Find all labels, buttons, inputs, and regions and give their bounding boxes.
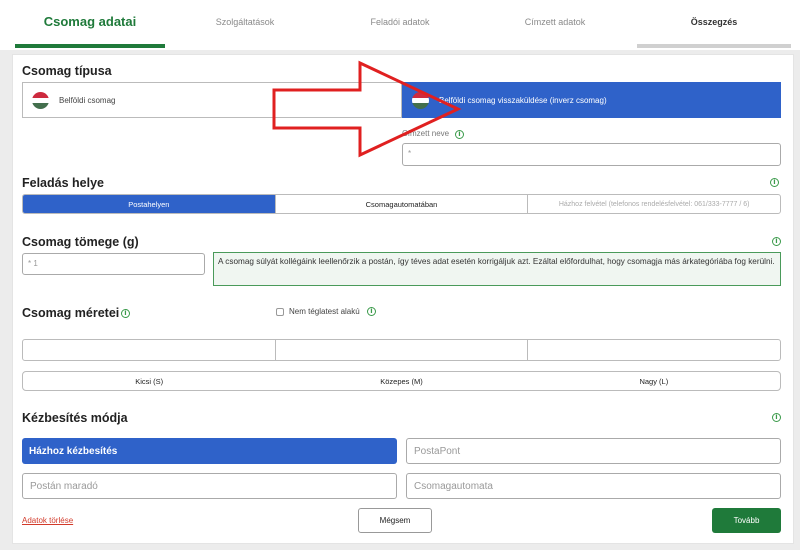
section-title-weight: Csomag tömege (g) [22, 235, 139, 249]
tab-bar [170, 44, 320, 48]
section-title-delivery: Kézbesítés módja [22, 411, 128, 425]
package-type-domestic[interactable]: Belföldi csomag [22, 82, 402, 118]
info-icon[interactable]: i [121, 309, 130, 318]
cancel-button[interactable]: Mégsem [358, 508, 432, 533]
posting-place-home-pickup[interactable]: Házhoz felvétel (telefonos rendelésfelvé… [527, 195, 780, 213]
delivery-home[interactable]: Házhoz kézbesítés [22, 438, 397, 464]
tab-package-data[interactable]: Csomag adatai [15, 0, 165, 50]
recipient-name-input[interactable]: * [402, 143, 781, 166]
posting-place-selector: Postahelyen Csomagautomatában Házhoz fel… [22, 194, 781, 214]
tab-active-bar [15, 44, 165, 48]
tab-recipient-data[interactable]: Címzett adatok [480, 0, 630, 50]
hungary-flag-icon [32, 92, 49, 109]
tab-label: Összegzés [690, 17, 738, 27]
info-icon[interactable]: i [367, 307, 376, 316]
step-tabs: Csomag adatai Szolgáltatások Feladói ada… [0, 0, 800, 50]
non-rectangular-label: Nem téglatest alakú [289, 307, 360, 316]
tab-label: Feladói adatok [370, 17, 430, 27]
size-medium[interactable]: Közepes (M) [275, 372, 527, 390]
tab-summary[interactable]: Összegzés [637, 0, 791, 50]
info-icon[interactable]: i [772, 237, 781, 246]
info-icon[interactable]: i [455, 130, 464, 139]
next-button[interactable]: Tovább [712, 508, 781, 533]
tab-label: Csomag adatai [43, 14, 137, 29]
delivery-parcel-locker[interactable]: Csomagautomata [406, 473, 781, 499]
section-title-package-type: Csomag típusa [22, 64, 112, 78]
weight-input[interactable]: * 1 [22, 253, 205, 275]
tab-bar [637, 44, 791, 48]
tab-label: Címzett adatok [524, 17, 586, 27]
option-label: Belföldi csomag [59, 95, 116, 105]
size-category-selector: Kicsi (S) Közepes (M) Nagy (L) [22, 371, 781, 391]
recipient-name-label: Címzett neve [402, 129, 450, 138]
dimension-inputs [22, 339, 781, 361]
posting-place-post-office[interactable]: Postahelyen [23, 195, 275, 213]
tab-services[interactable]: Szolgáltatások [170, 0, 320, 50]
delivery-post-office-hold[interactable]: Postán maradó [22, 473, 397, 499]
width-input[interactable] [274, 340, 528, 360]
section-title-posting-place: Feladás helye [22, 176, 104, 190]
section-title-dimensions: Csomag méretei [22, 306, 120, 320]
hungary-flag-icon [412, 92, 429, 109]
weight-info-note: A csomag súlyát kollégáink leellenőrzik … [213, 252, 781, 286]
posting-place-parcel-locker[interactable]: Csomagautomatában [274, 195, 528, 213]
tab-bar [325, 44, 475, 48]
info-icon[interactable]: i [772, 413, 781, 422]
info-icon[interactable]: i [770, 178, 779, 187]
tab-label: Szolgáltatások [215, 17, 275, 27]
size-large[interactable]: Nagy (L) [528, 372, 780, 390]
delivery-postapont[interactable]: PostaPont [406, 438, 781, 464]
clear-data-link[interactable]: Adatok törlése [22, 516, 73, 525]
form-card [12, 54, 794, 544]
size-small[interactable]: Kicsi (S) [23, 372, 275, 390]
height-input[interactable] [527, 340, 780, 360]
non-rectangular-checkbox[interactable] [276, 308, 284, 316]
tab-bar [480, 44, 630, 48]
package-type-inverse[interactable]: Belföldi csomag visszaküldése (inverz cs… [402, 82, 781, 118]
length-input[interactable] [23, 340, 275, 360]
tab-sender-data[interactable]: Feladói adatok [325, 0, 475, 50]
option-label: Belföldi csomag visszaküldése (inverz cs… [439, 95, 607, 105]
